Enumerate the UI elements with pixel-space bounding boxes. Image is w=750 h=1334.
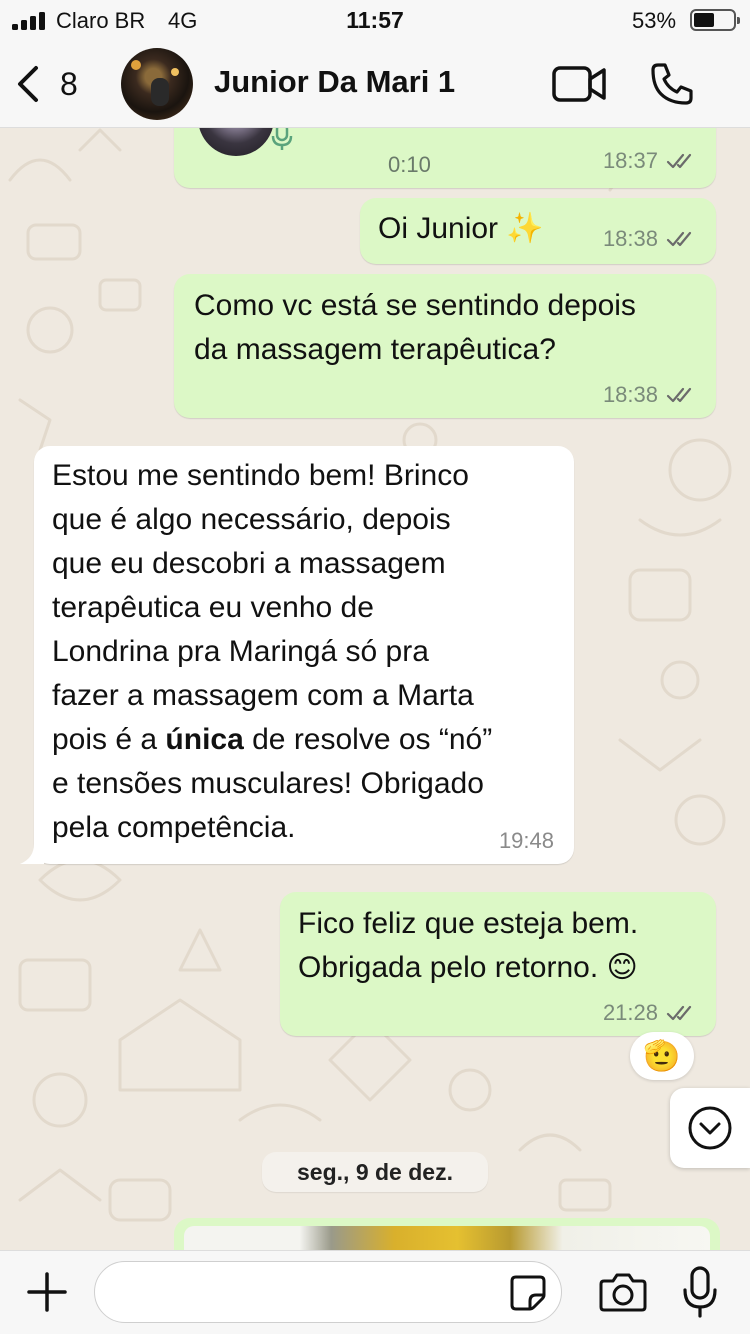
text-fragment: de resolve os “nó”	[243, 723, 493, 756]
video-camera-icon[interactable]	[552, 64, 606, 104]
message-time: 18:38	[602, 382, 658, 407]
message-line: terapêutica eu venho de	[52, 591, 374, 624]
microphone-icon[interactable]	[682, 1265, 718, 1319]
message-line: Como vc está se sentindo depois	[194, 289, 636, 322]
contact-avatar[interactable]	[121, 48, 193, 120]
double-check-icon	[666, 387, 692, 403]
battery-icon	[690, 9, 740, 31]
message-line: e tensões musculares! Obrigado	[52, 767, 484, 800]
message-line: que eu descobri a massagem	[52, 547, 446, 580]
scroll-to-bottom-button[interactable]	[670, 1088, 750, 1168]
back-button[interactable]: 8	[14, 62, 94, 106]
battery-percentage: 53%	[632, 8, 677, 33]
double-check-icon	[666, 153, 692, 169]
message-time: 19:48	[498, 828, 554, 853]
outgoing-message[interactable]: Oi Junior ✨ 18:38	[360, 198, 716, 264]
message-line: que é algo necessário, depois	[52, 503, 451, 536]
message-text: Estou me sentindo bem! Brinco que é algo…	[52, 454, 492, 850]
message-meta: 18:38	[603, 226, 696, 252]
date-separator: seg., 9 de dez.	[262, 1152, 488, 1192]
message-line: fazer a massagem com a Marta	[52, 679, 474, 712]
double-check-icon	[666, 231, 692, 247]
plus-icon[interactable]	[26, 1271, 68, 1313]
outgoing-message[interactable]: Como vc está se sentindo depois da massa…	[174, 274, 716, 418]
bubble-tail	[20, 844, 44, 864]
sticker-icon[interactable]	[508, 1273, 548, 1313]
message-line: pela competência.	[52, 811, 296, 844]
message-meta: 18:38	[603, 382, 696, 408]
bold-text: única	[165, 723, 244, 756]
message-line: Fico feliz que esteja bem.	[298, 907, 639, 940]
message-line: Estou me sentindo bem! Brinco	[52, 459, 469, 492]
message-input[interactable]	[94, 1261, 562, 1323]
outgoing-message[interactable]: Fico feliz que esteja bem. Obrigada pelo…	[280, 892, 716, 1036]
chevron-down-circle-icon	[688, 1106, 732, 1150]
message-text: Fico feliz que esteja bem. Obrigada pelo…	[298, 902, 638, 990]
message-time: 21:28	[602, 1000, 658, 1025]
message-line: pois é a única de resolve os “nó”	[52, 718, 492, 762]
text-fragment: pois é a	[52, 723, 166, 756]
message-time: 18:37	[602, 148, 658, 173]
chat-header: 8 Junior Da Mari 1	[0, 42, 750, 128]
audio-duration: 0:10	[388, 152, 431, 177]
message-input-bar	[0, 1250, 750, 1334]
message-text: Como vc está se sentindo depois da massa…	[194, 284, 636, 372]
message-meta: 18:37	[603, 148, 696, 174]
message-line: Londrina pra Maringá só pra	[52, 635, 429, 668]
message-reaction[interactable]: 🫡	[630, 1032, 694, 1080]
unread-chats-count: 8	[60, 65, 78, 102]
camera-icon[interactable]	[598, 1271, 648, 1313]
status-bar: Claro BR 4G 11:57 53%	[0, 0, 750, 42]
contact-name[interactable]: Junior Da Mari 1	[214, 64, 455, 100]
chevron-left-icon	[18, 66, 38, 102]
message-line: Obrigada pelo retorno. 😊	[298, 951, 638, 984]
message-meta: 21:28	[603, 1000, 696, 1026]
message-text: Oi Junior ✨	[378, 212, 544, 245]
phone-icon[interactable]	[650, 62, 694, 106]
double-check-icon	[666, 1005, 692, 1021]
message-line: da massagem terapêutica?	[194, 333, 556, 366]
message-time: 18:38	[602, 226, 658, 251]
message-meta: 19:48	[499, 828, 554, 854]
incoming-message[interactable]: Estou me sentindo bem! Brinco que é algo…	[20, 446, 574, 864]
